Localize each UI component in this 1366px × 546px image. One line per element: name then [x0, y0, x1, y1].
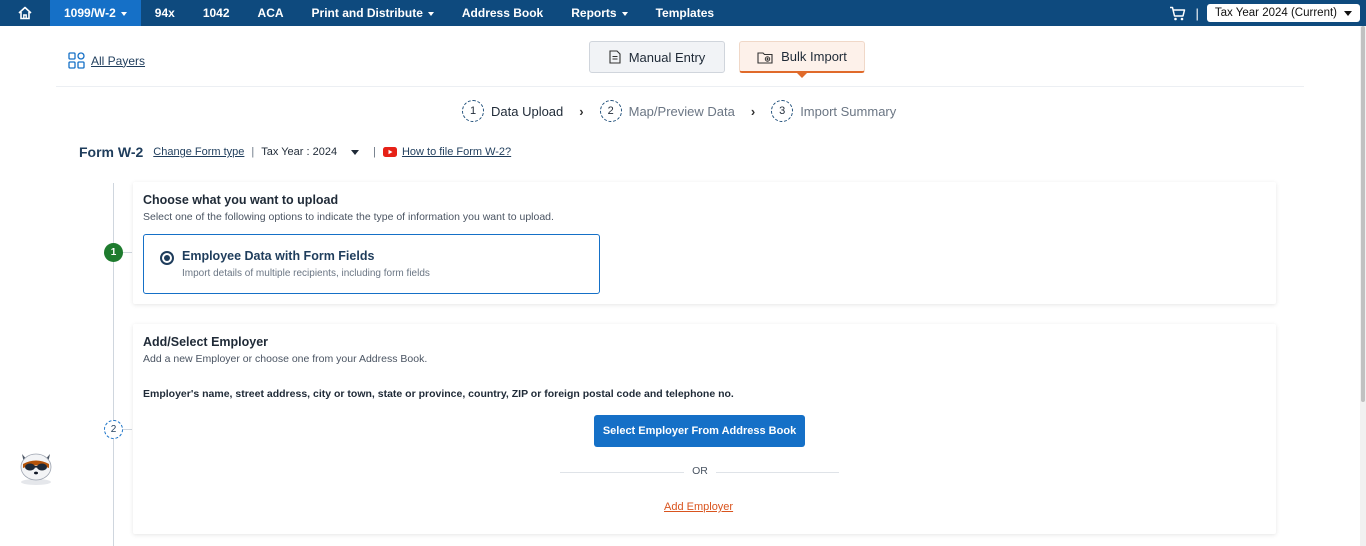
nav-print-distribute[interactable]: Print and Distribute: [298, 0, 448, 26]
timeline-connector: [123, 252, 132, 253]
nav-address-book[interactable]: Address Book: [448, 0, 557, 26]
active-tab-indicator: [796, 72, 808, 78]
change-form-type-link[interactable]: Change Form type: [153, 146, 244, 158]
chevron-down-icon: [1344, 10, 1352, 16]
nav-templates[interactable]: Templates: [642, 0, 728, 26]
divider: [56, 86, 1304, 87]
nav-1099-w2[interactable]: 1099/W-2: [50, 0, 141, 26]
nav-label: Address Book: [461, 6, 544, 20]
nav-label: Reports: [571, 6, 617, 20]
step-label: Import Summary: [800, 103, 897, 119]
nav-label: Templates: [655, 6, 715, 20]
tax-year-select[interactable]: Tax Year 2024 (Current): [1206, 4, 1360, 22]
tab-label: Manual Entry: [628, 49, 706, 65]
scrollbar-thumb[interactable]: [1361, 26, 1365, 402]
separator: |: [251, 146, 255, 158]
step-map-preview: 2 Map/Preview Data: [599, 100, 735, 122]
upload-folder-icon: [757, 50, 773, 64]
nav-label: ACA: [257, 6, 284, 20]
option-employee-data[interactable]: Employee Data with Form Fields Import de…: [143, 234, 600, 294]
nav-label: 1042: [202, 6, 230, 20]
employer-card: Add/Select Employer Add a new Employer o…: [133, 324, 1276, 534]
tax-year-dropdown[interactable]: Tax Year : 2024: [261, 146, 360, 158]
section-subtitle: Select one of the following options to i…: [143, 211, 554, 223]
timeline-connector: [123, 429, 132, 430]
step-label: Data Upload: [491, 103, 564, 119]
tax-year-value: Tax Year : 2024: [261, 146, 338, 158]
nav-aca[interactable]: ACA: [244, 0, 298, 26]
radio-selected[interactable]: [160, 251, 174, 265]
chevron-down-icon: [120, 11, 127, 16]
assistant-mascot-icon[interactable]: [15, 444, 57, 486]
document-icon: [609, 50, 621, 64]
all-payers-link[interactable]: All Payers: [68, 52, 145, 69]
nav-reports[interactable]: Reports: [557, 0, 641, 26]
tab-bulk-import[interactable]: Bulk Import: [739, 41, 865, 78]
or-label: OR: [684, 465, 716, 477]
chevron-down-icon: [427, 11, 434, 16]
tax-year-select-value: Tax Year 2024 (Current): [1214, 7, 1337, 19]
nav-label: Print and Distribute: [311, 6, 423, 20]
cart-icon[interactable]: [1169, 6, 1186, 21]
nav-94x[interactable]: 94x: [141, 0, 189, 26]
all-payers-label: All Payers: [91, 53, 146, 68]
scrollbar[interactable]: [1360, 26, 1366, 546]
nav-label: 94x: [154, 6, 175, 20]
tab-manual-entry[interactable]: Manual Entry: [589, 41, 725, 73]
top-nav: 1099/W-2 94x 1042 ACA Print and Distribu…: [0, 0, 1366, 26]
employer-fields-note: Employer's name, street address, city or…: [143, 388, 734, 400]
step-marker-pending: 2: [104, 420, 123, 439]
select-employer-button[interactable]: Select Employer From Address Book: [594, 415, 805, 447]
form-info-row: Form W-2 Change Form type | Tax Year : 2…: [79, 144, 511, 160]
section-title: Add/Select Employer: [143, 335, 269, 349]
nav-label: 1099/W-2: [64, 6, 116, 20]
add-employer-link[interactable]: Add Employer: [664, 501, 733, 513]
step-import-summary: 3 Import Summary: [771, 100, 896, 122]
timeline-line: [113, 183, 114, 546]
chevron-down-icon: [621, 11, 628, 16]
step-number: 3: [771, 100, 794, 122]
step-data-upload: 1 Data Upload: [462, 100, 563, 122]
home-icon[interactable]: [0, 0, 50, 26]
section-subtitle: Add a new Employer or choose one from yo…: [143, 353, 428, 365]
tab-label: Bulk Import: [781, 49, 847, 64]
option-title: Employee Data with Form Fields: [182, 249, 375, 263]
chevron-down-icon: [351, 149, 360, 155]
chevron-right-icon: ›: [750, 103, 756, 119]
import-steps: 1 Data Upload › 2 Map/Preview Data › 3 I…: [462, 100, 896, 122]
how-to-file-link[interactable]: How to file Form W-2?: [402, 146, 511, 158]
form-title: Form W-2: [79, 144, 144, 160]
grid-icon: [68, 52, 85, 69]
step-number: 2: [599, 100, 622, 122]
upload-type-card: Choose what you want to upload Select on…: [133, 182, 1276, 304]
youtube-icon[interactable]: [382, 147, 397, 157]
nav-1042[interactable]: 1042: [189, 0, 244, 26]
option-subtitle: Import details of multiple recipients, i…: [182, 268, 430, 279]
section-title: Choose what you want to upload: [143, 193, 339, 207]
nav-separator: |: [1195, 5, 1199, 21]
step-number: 1: [462, 100, 484, 122]
step-label: Map/Preview Data: [628, 103, 735, 119]
step-marker-completed: 1: [104, 243, 123, 262]
chevron-right-icon: ›: [579, 103, 584, 119]
separator: |: [373, 146, 376, 158]
